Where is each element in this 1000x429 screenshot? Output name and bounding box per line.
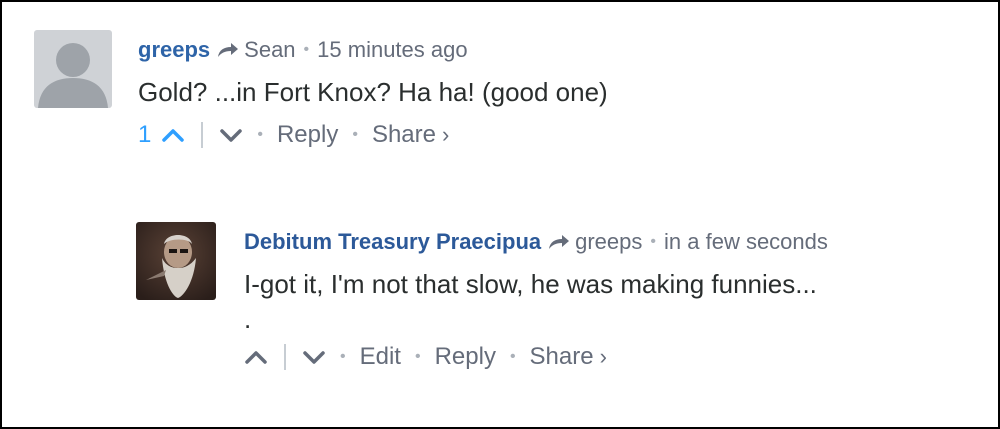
vote-divider (201, 122, 204, 148)
upvote-icon[interactable] (244, 349, 268, 365)
author-name[interactable]: Debitum Treasury Praecipua (244, 228, 541, 256)
action-separator: • (414, 348, 421, 365)
author-name[interactable]: greeps (138, 36, 210, 64)
default-avatar-icon (34, 30, 112, 108)
downvote-icon[interactable] (302, 349, 326, 365)
edit-button[interactable]: Edit (360, 342, 401, 372)
reply-arrow-icon (218, 43, 239, 57)
upvote-icon[interactable] (161, 127, 185, 143)
comment-header: greeps Sean • 15 minutes ago (138, 36, 608, 64)
avatar[interactable] (136, 222, 216, 300)
comment-body: Debitum Treasury Praecipua greeps • in a… (244, 228, 828, 372)
comments-frame: greeps Sean • 15 minutes ago Gold? ...in… (0, 0, 1000, 429)
comment-time[interactable]: in a few seconds (664, 228, 828, 256)
upvote-count: 1 (138, 121, 152, 148)
share-caret-icon: › (441, 122, 450, 147)
share-button[interactable]: Share › (372, 120, 449, 150)
reply-button[interactable]: Reply (277, 120, 338, 150)
reply-arrow-icon (549, 235, 570, 249)
meta-separator: • (650, 233, 657, 250)
comment-body: greeps Sean • 15 minutes ago Gold? ...in… (138, 36, 608, 150)
reply-button[interactable]: Reply (435, 342, 496, 372)
reply-to-name[interactable]: greeps (575, 228, 642, 256)
comment-actions: 1 • Reply • Share › (138, 120, 608, 150)
comment-header: Debitum Treasury Praecipua greeps • in a… (244, 228, 828, 256)
comment-actions: • Edit • Reply • Share › (244, 342, 828, 372)
reply-to-name[interactable]: Sean (244, 36, 295, 64)
vote-divider (284, 344, 286, 370)
share-label: Share (371, 121, 436, 148)
avatar[interactable] (34, 30, 112, 108)
comment-text-extra: . (244, 304, 252, 334)
meta-separator: • (303, 41, 310, 58)
action-separator: • (352, 126, 358, 143)
bearded-man-avatar-icon (136, 222, 216, 300)
comment-text: Gold? ...in Fort Knox? Ha ha! (good one) (138, 77, 608, 107)
action-separator: • (340, 348, 346, 365)
share-button[interactable]: Share › (530, 342, 607, 372)
share-label: Share (529, 343, 594, 370)
action-separator: • (257, 126, 263, 143)
share-caret-icon: › (599, 344, 607, 369)
comment-time[interactable]: 15 minutes ago (317, 36, 467, 64)
comment-text: I-got it, I'm not that slow, he was maki… (244, 269, 817, 299)
action-separator: • (509, 348, 516, 365)
downvote-icon[interactable] (219, 127, 243, 143)
